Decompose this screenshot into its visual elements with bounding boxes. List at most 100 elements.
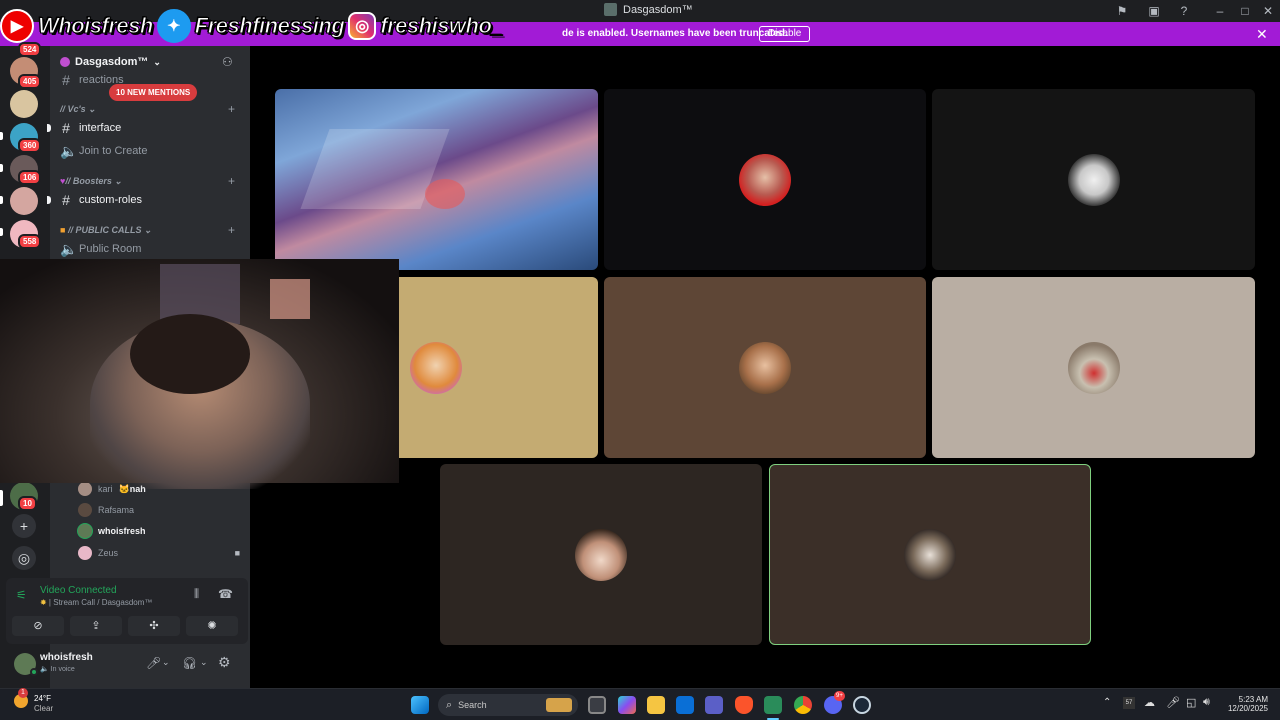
username[interactable]: whoisfresh bbox=[40, 652, 93, 663]
selected-server-pill bbox=[0, 490, 3, 506]
system-clock[interactable]: 5:23 AM 12/20/2025 bbox=[1222, 695, 1268, 713]
store-icon[interactable] bbox=[676, 696, 694, 714]
settings-gear-icon[interactable]: ⚙ bbox=[218, 654, 231, 671]
streamer-hair bbox=[130, 314, 250, 394]
disable-button[interactable]: Disable bbox=[759, 26, 811, 42]
chevron-down-icon[interactable]: ⌄ bbox=[200, 657, 208, 668]
voice-member[interactable]: Rafsama bbox=[78, 501, 134, 519]
server-icon[interactable] bbox=[10, 187, 38, 215]
voice-member[interactable]: Zeus ■ bbox=[78, 544, 240, 562]
mention-badge: 10 bbox=[18, 496, 37, 511]
disconnect-icon[interactable]: ☎ bbox=[218, 587, 233, 601]
tray-microphone-icon[interactable]: 🎤︎ bbox=[1166, 696, 1180, 709]
unread-pill bbox=[0, 196, 3, 204]
screen-share-icon[interactable]: ▣ bbox=[1146, 3, 1162, 19]
video-camera-icon: ■ bbox=[234, 548, 240, 558]
participant-tile[interactable] bbox=[932, 277, 1255, 458]
participant-avatar bbox=[1067, 341, 1120, 394]
steam-icon[interactable] bbox=[853, 696, 871, 714]
teams-icon[interactable] bbox=[705, 696, 723, 714]
add-channel-icon[interactable]: + bbox=[228, 102, 235, 116]
weather-badge: 1 bbox=[18, 688, 28, 698]
participant-avatar bbox=[739, 153, 791, 206]
twitter-bird-icon: ✦ bbox=[156, 9, 191, 43]
inbox-icon[interactable]: ⚑ bbox=[1114, 3, 1130, 19]
brave-icon[interactable] bbox=[735, 696, 753, 714]
unread-pill bbox=[0, 164, 3, 172]
stream-tile-gameplay[interactable] bbox=[275, 89, 598, 270]
tray-cloud-icon[interactable]: ☁ bbox=[1144, 696, 1155, 709]
category-public-calls[interactable]: ■ // PUBLIC CALLS ⌄ bbox=[60, 225, 152, 236]
network-icon[interactable]: ◱ bbox=[1186, 696, 1196, 709]
file-explorer-icon[interactable] bbox=[647, 696, 665, 714]
avatar bbox=[78, 546, 92, 560]
chevron-down-icon[interactable]: ⌄ bbox=[162, 657, 170, 668]
participant-tile[interactable] bbox=[932, 89, 1255, 270]
add-member-icon[interactable]: ⚇ bbox=[222, 55, 233, 69]
weather-widget[interactable]: 1 24°F Clear bbox=[14, 688, 53, 714]
close-window-icon[interactable]: ✕ bbox=[1260, 3, 1276, 19]
unread-pill bbox=[0, 132, 3, 140]
guild-icon bbox=[60, 57, 70, 67]
unread-indicator bbox=[47, 196, 51, 204]
noise-suppression-icon[interactable]: ⫼ bbox=[194, 588, 199, 601]
channel-custom-roles[interactable]: # custom-roles bbox=[60, 190, 142, 210]
new-mentions-pill[interactable]: 10 NEW MENTIONS bbox=[109, 84, 198, 101]
add-channel-icon[interactable]: + bbox=[228, 223, 235, 237]
active-app-icon[interactable] bbox=[764, 696, 782, 714]
microphone-icon[interactable]: 🎤︎ bbox=[146, 656, 161, 670]
discord-icon[interactable]: 9+ bbox=[824, 691, 845, 714]
channel-join-to-create[interactable]: 🔈 Join to Create bbox=[60, 141, 147, 161]
volume-icon[interactable]: 🔊︎ bbox=[1203, 696, 1210, 709]
avatar bbox=[78, 524, 92, 538]
avatar bbox=[78, 482, 92, 496]
soundboard-button[interactable]: ✺ bbox=[186, 616, 238, 636]
participant-tile[interactable] bbox=[440, 464, 762, 645]
maximize-icon[interactable]: □ bbox=[1237, 3, 1253, 19]
game-scene bbox=[425, 179, 465, 209]
instagram-handle: ◎ freshiswho_ bbox=[348, 12, 504, 40]
chrome-icon[interactable] bbox=[794, 696, 812, 714]
activities-button[interactable]: ✣ bbox=[128, 616, 180, 636]
task-view-icon[interactable] bbox=[588, 696, 606, 714]
headphones-icon[interactable]: 🎧︎ bbox=[182, 656, 197, 670]
participant-avatar bbox=[1067, 153, 1120, 206]
participant-tile[interactable] bbox=[604, 277, 926, 458]
discord-badge: 9+ bbox=[834, 691, 845, 701]
guild-name: Dasgasdom™ ⌄ bbox=[60, 56, 161, 68]
share-screen-button[interactable]: ⇪ bbox=[70, 616, 122, 636]
server-icon[interactable] bbox=[10, 90, 38, 118]
banner-close-icon[interactable]: ✕ bbox=[1256, 26, 1268, 43]
start-menu-icon[interactable] bbox=[411, 696, 429, 714]
camera-off-button[interactable]: ⊘ bbox=[12, 616, 64, 636]
voice-member[interactable]: whoisfresh bbox=[78, 522, 146, 540]
participant-tile[interactable] bbox=[604, 89, 926, 270]
unread-pill bbox=[0, 228, 3, 236]
window-title: Dasgasdom™ bbox=[604, 3, 693, 16]
youtube-icon: ▶ bbox=[0, 9, 34, 43]
discover-icon[interactable]: ◎ bbox=[12, 546, 36, 570]
category-vcs[interactable]: // Vc's ⌄ bbox=[60, 104, 96, 115]
channel-public-room[interactable]: 🔈 Public Room bbox=[60, 239, 141, 259]
participant-avatar bbox=[410, 341, 462, 394]
voice-state[interactable]: Video Connected bbox=[40, 585, 117, 596]
taskbar-search[interactable]: ⌕ Search bbox=[438, 694, 578, 716]
add-channel-icon[interactable]: + bbox=[228, 174, 235, 188]
mention-badge: 524 bbox=[18, 42, 42, 57]
tray-chevron-up-icon[interactable]: ⌃ bbox=[1103, 697, 1111, 708]
copilot-icon[interactable] bbox=[618, 696, 636, 714]
minimize-icon[interactable]: – bbox=[1212, 3, 1228, 19]
banner-message: de is enabled. Usernames have been trunc… bbox=[562, 28, 788, 39]
mention-badge: 360 bbox=[18, 138, 42, 153]
poster bbox=[270, 279, 310, 319]
search-highlight-icon bbox=[546, 698, 572, 712]
help-icon[interactable]: ? bbox=[1176, 3, 1192, 19]
participant-tile-speaking[interactable] bbox=[769, 464, 1091, 645]
add-server-icon[interactable]: + bbox=[12, 514, 36, 538]
search-icon: ⌕ bbox=[446, 698, 453, 711]
category-boosters[interactable]: ♥// Boosters ⌄ bbox=[60, 176, 122, 187]
channel-interface[interactable]: # interface bbox=[60, 118, 121, 138]
tray-app-icon[interactable]: 57 bbox=[1123, 697, 1135, 709]
hash-icon: # bbox=[62, 120, 70, 136]
youtube-handle: ▶ Whoisfresh bbox=[0, 9, 154, 43]
